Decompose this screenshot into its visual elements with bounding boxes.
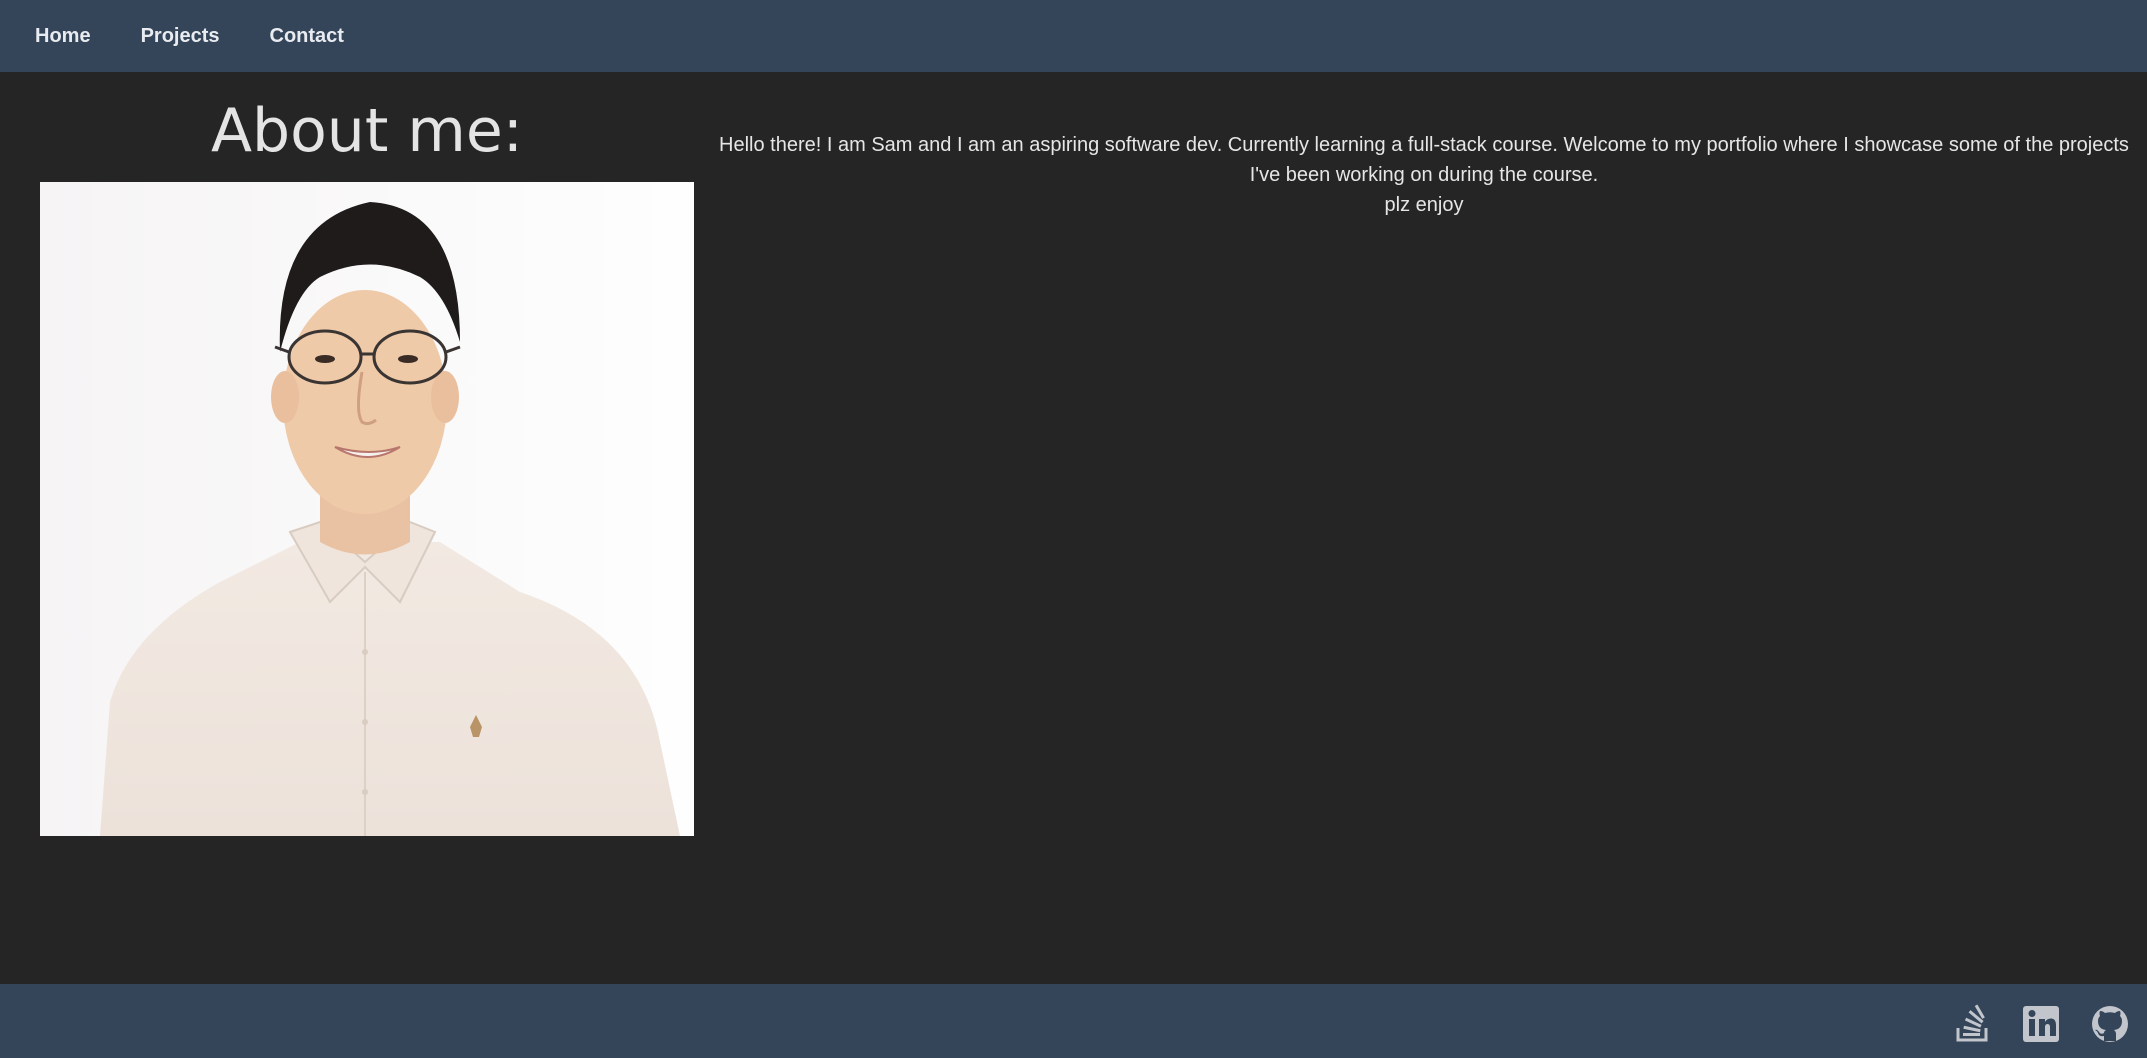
nav-contact-link[interactable]: Contact (270, 25, 344, 48)
stackoverflow-icon[interactable] (1952, 1004, 1992, 1044)
nav-projects-link[interactable]: Projects (141, 25, 220, 48)
nav-home-link[interactable]: Home (35, 25, 91, 48)
about-title: About me: (210, 96, 524, 166)
footer (0, 984, 2147, 1058)
intro-paragraph: Hello there! I am Sam and I am an aspiri… (719, 134, 2129, 186)
profile-photo-illustration (40, 182, 694, 836)
profile-photo (40, 182, 694, 836)
github-icon[interactable] (2090, 1004, 2130, 1044)
top-navigation: Home Projects Contact (0, 0, 2147, 72)
linkedin-icon[interactable] (2021, 1004, 2061, 1044)
intro-text: Hello there! I am Sam and I am an aspiri… (718, 130, 2130, 220)
intro-enjoy-line: plz enjoy (1384, 194, 1464, 216)
